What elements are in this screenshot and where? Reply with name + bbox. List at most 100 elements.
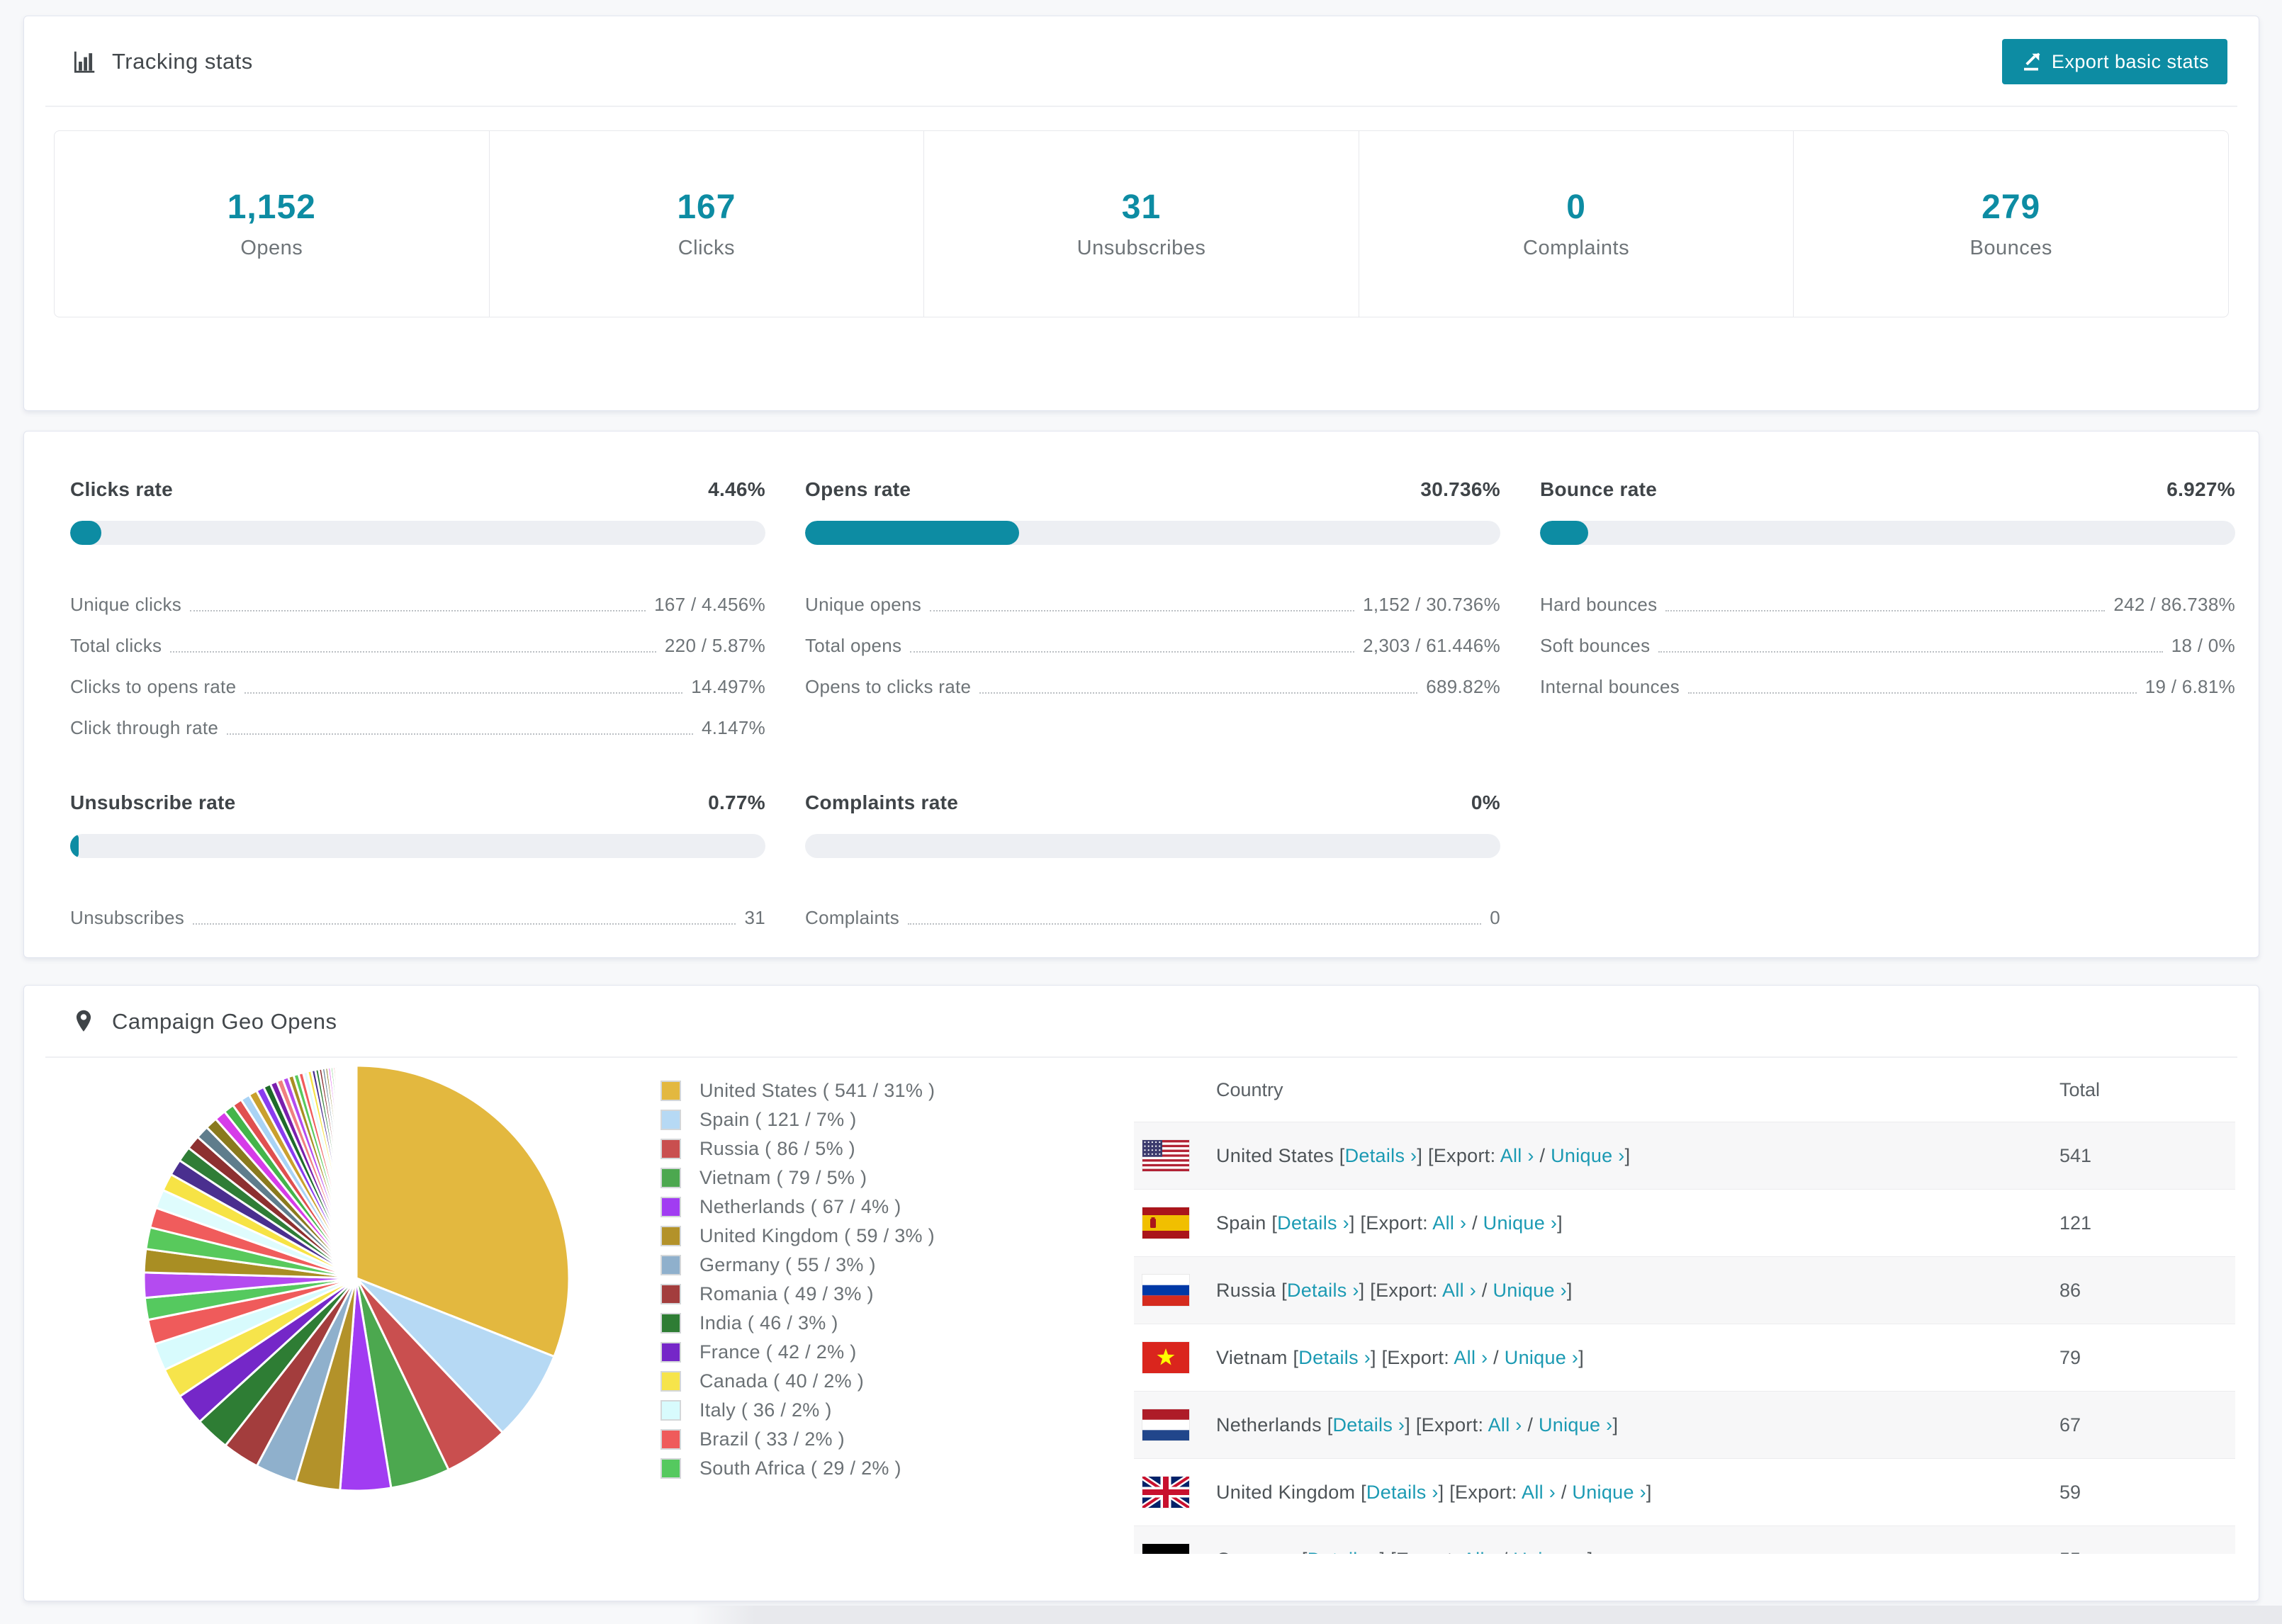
rate-head: Clicks rate 4.46% xyxy=(70,478,765,501)
rate-head: Bounce rate 6.927% xyxy=(1540,478,2235,501)
rate-value: 30.736% xyxy=(1420,478,1500,500)
gb-flag-icon xyxy=(1142,1477,1189,1508)
export-button-label: Export basic stats xyxy=(2051,50,2209,72)
export-all-link[interactable]: All › xyxy=(1442,1280,1476,1301)
details-link[interactable]: Details › xyxy=(1277,1212,1349,1234)
legend-label: Italy ( 36 / 2% ) xyxy=(699,1399,832,1421)
legend-swatch xyxy=(661,1429,681,1450)
details-link[interactable]: Details › xyxy=(1298,1347,1371,1368)
country-total: 67 xyxy=(2059,1414,2081,1436)
rate-value: 6.927% xyxy=(2166,478,2235,500)
legend-swatch xyxy=(661,1313,681,1333)
rate-detail-value: 1,152 / 30.736% xyxy=(1363,594,1500,615)
rate-detail-row: Hard bounces 242 / 86.738% xyxy=(1540,576,2235,617)
details-link[interactable]: Details › xyxy=(1345,1145,1417,1166)
export-all-link[interactable]: All › xyxy=(1454,1347,1488,1368)
rate-detail-label: Internal bounces xyxy=(1540,676,1680,697)
geo-table-row-es: Spain [Details ›] [Export: All › / Uniqu… xyxy=(1134,1189,2235,1256)
country-name-and-links: Germany [Details ›] [Export: All › / Uni… xyxy=(1216,1549,2059,1555)
geo-table-header: Country Total xyxy=(1134,1058,2235,1122)
legend-swatch xyxy=(661,1110,681,1130)
geo-pie-chart[interactable] xyxy=(24,1058,574,1499)
stat-label: Clicks xyxy=(678,237,736,259)
legend-swatch xyxy=(661,1139,681,1159)
rate-value: 0.77% xyxy=(708,791,765,813)
export-unique-link[interactable]: Unique › xyxy=(1551,1145,1624,1166)
legend-label: Brazil ( 33 / 2% ) xyxy=(699,1428,845,1450)
rate-title: Unsubscribe rate xyxy=(70,791,236,813)
de-flag-icon xyxy=(1142,1544,1189,1554)
legend-label: Spain ( 121 / 7% ) xyxy=(699,1109,857,1130)
geo-legend: United States ( 541 / 31% ) Spain ( 121 /… xyxy=(661,1076,1100,1483)
rate-title: Opens rate xyxy=(805,478,911,500)
legend-swatch xyxy=(661,1168,681,1188)
rate-title: Bounce rate xyxy=(1540,478,1658,500)
rate-detail-label: Unique clicks xyxy=(70,594,182,615)
export-all-link[interactable]: All › xyxy=(1488,1414,1522,1436)
rate-detail-row: Total opens 2,303 / 61.446% xyxy=(805,617,1500,658)
stat-label: Unsubscribes xyxy=(1077,237,1206,259)
rate-detail-value: 0 xyxy=(1490,907,1500,928)
rate-detail-value: 19 / 6.81% xyxy=(2145,676,2235,697)
geo-body: United States ( 541 / 31% ) Spain ( 121 /… xyxy=(24,1058,2259,1554)
legend-item: Vietnam ( 79 / 5% ) xyxy=(661,1163,1100,1192)
geo-header: Campaign Geo Opens xyxy=(45,986,2237,1058)
country-name-and-links: United Kingdom [Details ›] [Export: All … xyxy=(1216,1481,1652,1503)
details-link[interactable]: Details › xyxy=(1308,1549,1380,1555)
export-basic-stats-button[interactable]: Export basic stats xyxy=(2001,39,2227,84)
dotted-leader xyxy=(930,610,1355,611)
rate-detail-value: 14.497% xyxy=(691,676,765,697)
legend-item: Spain ( 121 / 7% ) xyxy=(661,1105,1100,1134)
legend-item: Brazil ( 33 / 2% ) xyxy=(661,1425,1100,1454)
geo-table-row-inner: Netherlands [Details ›] [Export: All › /… xyxy=(1134,1392,2235,1458)
export-unique-link[interactable]: Unique › xyxy=(1539,1414,1612,1436)
export-unique-link[interactable]: Unique › xyxy=(1483,1212,1557,1234)
export-all-link[interactable]: All › xyxy=(1522,1482,1556,1503)
country-name-and-links: Spain [Details ›] [Export: All › / Uniqu… xyxy=(1216,1212,1563,1234)
export-all-link[interactable]: All › xyxy=(1463,1549,1497,1555)
export-unique-link[interactable]: Unique › xyxy=(1493,1280,1566,1301)
legend-item: Romania ( 49 / 3% ) xyxy=(661,1280,1100,1309)
geo-table-row-inner: Vietnam [Details ›] [Export: All › / Uni… xyxy=(1134,1324,2235,1391)
country-total: 55 xyxy=(2059,1549,2214,1555)
legend-label: France ( 42 / 2% ) xyxy=(699,1341,857,1363)
rate-head: Opens rate 30.736% xyxy=(805,478,1500,501)
rate-rows: Unique clicks 167 / 4.456% Total clicks 220… xyxy=(70,576,765,740)
details-link[interactable]: Details › xyxy=(1333,1414,1405,1436)
legend-label: United Kingdom ( 59 / 3% ) xyxy=(699,1225,935,1246)
country-total: 79 xyxy=(2059,1346,2081,1368)
dotted-leader xyxy=(227,733,694,735)
rate-detail-label: Soft bounces xyxy=(1540,635,1651,656)
geo-table-row-inner: Russia [Details ›] [Export: All › / Uniq… xyxy=(1134,1257,2235,1324)
rate-detail-label: Complaints xyxy=(805,907,900,928)
rate-rows: Unique opens 1,152 / 30.736% Total opens 2,… xyxy=(805,576,1500,699)
legend-label: Canada ( 40 / 2% ) xyxy=(699,1370,865,1392)
country-total: 121 xyxy=(2059,1212,2092,1234)
rate-detail-row: Total clicks 220 / 5.87% xyxy=(70,617,765,658)
rate-detail-row: Unique opens 1,152 / 30.736% xyxy=(805,576,1500,617)
export-unique-link[interactable]: Unique › xyxy=(1572,1482,1646,1503)
details-link[interactable]: Details › xyxy=(1366,1482,1439,1503)
export-all-link[interactable]: All › xyxy=(1432,1212,1466,1234)
legend-label: Netherlands ( 67 / 4% ) xyxy=(699,1196,901,1217)
export-unique-link[interactable]: Unique › xyxy=(1505,1347,1578,1368)
export-unique-link[interactable]: Unique › xyxy=(1513,1549,1587,1555)
dashboard-page: Tracking stats Export basic stats 1,152 O… xyxy=(0,0,2282,1624)
rate-detail-label: Opens to clicks rate xyxy=(805,676,972,697)
rate-rows: Unsubscribes 31 xyxy=(70,889,765,930)
stat-value: 0 xyxy=(1566,188,1586,226)
details-link[interactable]: Details › xyxy=(1287,1280,1359,1301)
progress-bar-track xyxy=(805,521,1500,545)
stat-label: Opens xyxy=(240,237,303,259)
rate-detail-row: Unique clicks 167 / 4.456% xyxy=(70,576,765,617)
progress-bar-fill xyxy=(70,521,101,545)
geo-table-row-ru: Russia [Details ›] [Export: All › / Uniq… xyxy=(1134,1256,2235,1324)
dotted-leader xyxy=(244,692,683,694)
legend-item: South Africa ( 29 / 2% ) xyxy=(661,1454,1100,1483)
export-all-link[interactable]: All › xyxy=(1500,1145,1534,1166)
dotted-leader xyxy=(1658,651,2163,653)
legend-swatch xyxy=(661,1255,681,1275)
rate-section-clicks-rate: Clicks rate 4.46% Unique clicks 167 / 4.456… xyxy=(70,478,765,740)
rate-detail-value: 167 / 4.456% xyxy=(654,594,765,615)
es-flag-icon xyxy=(1142,1207,1189,1239)
